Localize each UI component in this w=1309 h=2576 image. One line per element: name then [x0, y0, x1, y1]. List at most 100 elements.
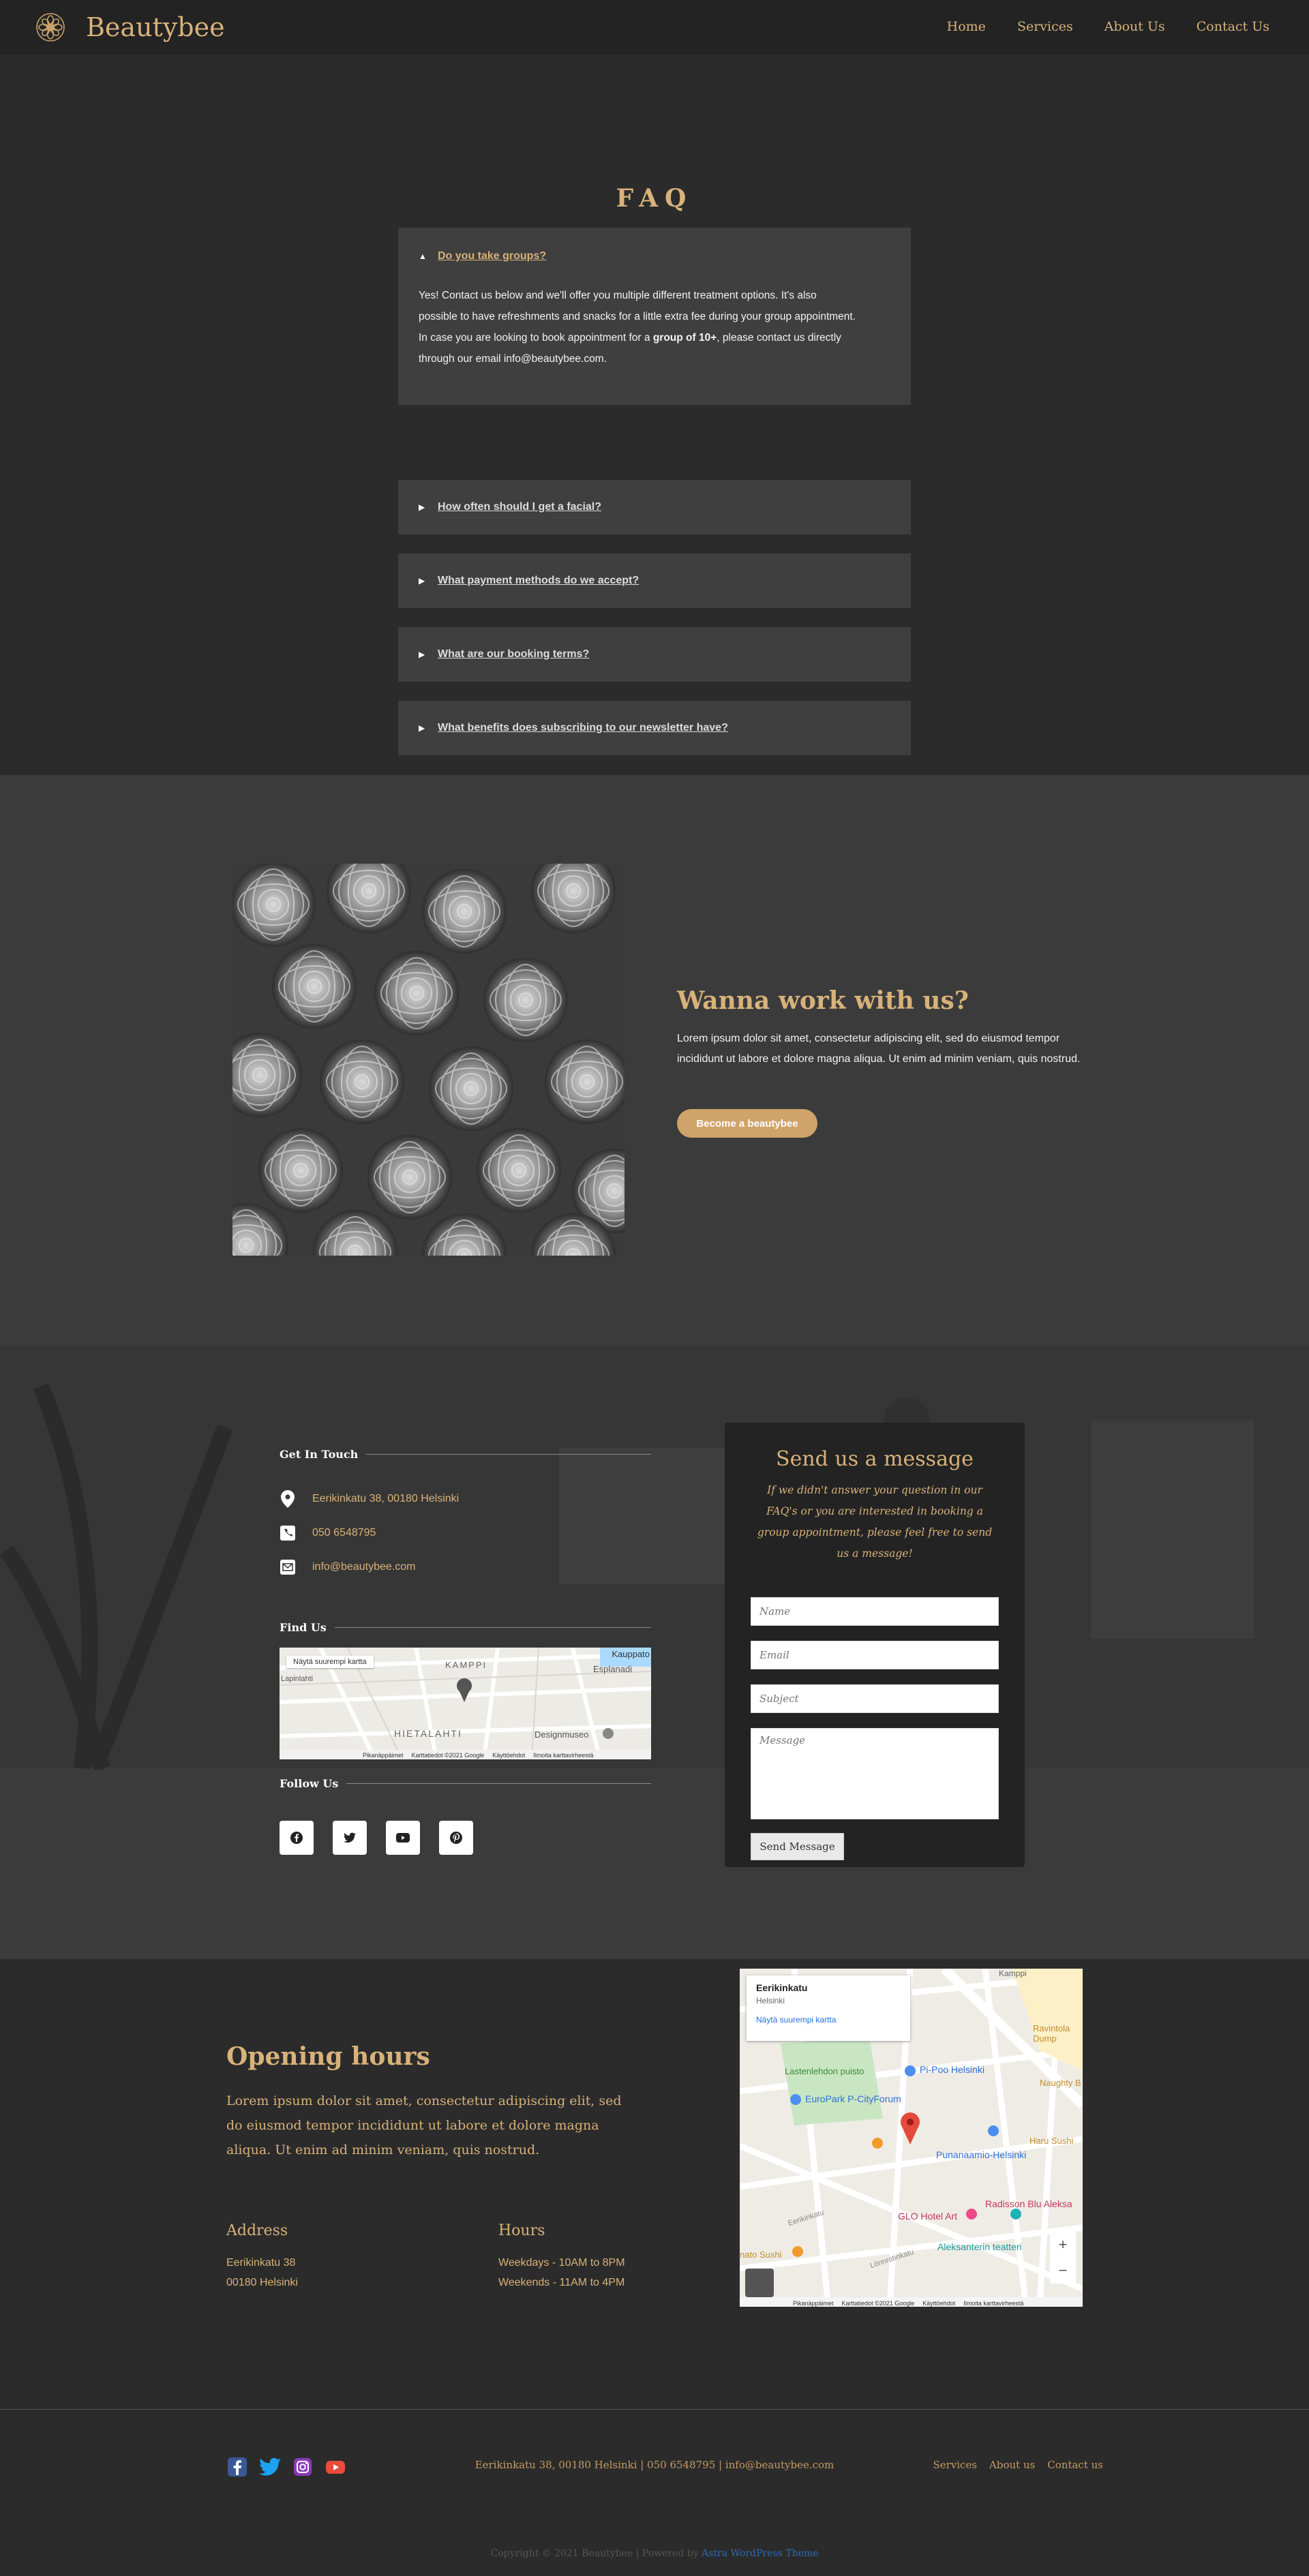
caret-up-icon: ▲ [419, 252, 427, 261]
map-label: Naughty B [1040, 2078, 1081, 2088]
name-field[interactable] [751, 1597, 999, 1626]
faq-item-facial[interactable]: ▶ How often should I get a facial? [398, 480, 911, 534]
find-us-map[interactable]: Näytä suurempi kartta Kauppato Esplanadi… [280, 1648, 651, 1759]
address-title: Address [226, 2222, 288, 2239]
map-label: Kauppato [612, 1649, 650, 1659]
nav-contact-us[interactable]: Contact Us [1197, 19, 1269, 34]
hours-line: Weekdays - 10AM to 8PM [498, 2257, 625, 2269]
faq-answer-line: In case you are looking to book appointm… [419, 332, 841, 344]
faq-item-booking-terms[interactable]: ▶ What are our booking terms? [398, 627, 911, 682]
follow-us-heading: Follow Us [280, 1777, 651, 1790]
map-enlarge-link[interactable]: Näytä suurempi kartta [756, 2015, 901, 2025]
map-label: HIETALAHTI [394, 1728, 462, 1739]
faq-title: FAQ [616, 184, 693, 213]
location-map[interactable]: + − Eerikinkatu Helsinki Näytä suurempi … [740, 1969, 1083, 2307]
map-label: Radisson Blu Aleksa [985, 2198, 1072, 2209]
get-in-touch-heading: Get In Touch [280, 1448, 651, 1461]
twitter-icon[interactable] [333, 1821, 367, 1855]
faq-question[interactable]: What are our booking terms? [438, 648, 589, 661]
map-label: Punanaamio-Helsinki [936, 2149, 1027, 2160]
opening-hours-title: Opening hours [226, 2042, 430, 2071]
footer-nav: Services About us Contact us [933, 2459, 1103, 2471]
find-us-heading: Find Us [280, 1621, 651, 1634]
become-beautybee-button[interactable]: Become a beautybee [677, 1109, 817, 1138]
map-label: Haru Sushi [1029, 2136, 1074, 2146]
map-place-city: Helsinki [756, 1996, 785, 2005]
copyright-text: Copyright © 2021 Beautybee | Powered by [490, 2548, 702, 2559]
salon-background-image [0, 1346, 1309, 1959]
site-logo-text[interactable]: Beautybee [86, 12, 225, 42]
footer-link-about-us[interactable]: About us [989, 2459, 1035, 2471]
faq-question[interactable]: What payment methods do we accept? [438, 575, 639, 587]
faq-question[interactable]: How often should I get a facial? [438, 501, 601, 513]
caret-right-icon: ▶ [419, 650, 425, 659]
site-footer: Eerikinkatu 38, 00180 Helsinki | 050 654… [0, 2409, 1309, 2576]
succulent-photo [232, 864, 625, 1256]
email-text[interactable]: info@beautybee.com [312, 1561, 415, 1573]
contact-section: Get In Touch Eerikinkatu 38, 00180 Helsi… [0, 1346, 1309, 1959]
address-line: 00180 Helsinki [226, 2277, 298, 2288]
faq-answer-line: Yes! Contact us below and we'll offer yo… [419, 290, 817, 301]
map-label: Ravintola Dump [1033, 2023, 1070, 2044]
map-label: GLO Hotel Art [898, 2211, 958, 2222]
message-field[interactable] [751, 1728, 999, 1819]
main-nav: Home Services About Us Contact Us [947, 19, 1269, 34]
map-label: Kamppi [999, 1969, 1027, 1978]
phone-text[interactable]: 050 6548795 [312, 1527, 376, 1539]
faq-question-toggle[interactable]: ▶ What are our booking terms? [398, 627, 911, 682]
caret-right-icon: ▶ [419, 723, 425, 733]
caret-right-icon: ▶ [419, 576, 425, 586]
faq-section: FAQ Read these before messaging us! ▲ Do… [0, 55, 1309, 775]
contact-form: Send us a message If we didn't answer yo… [725, 1423, 1025, 1867]
map-label: Esplanadi [593, 1664, 633, 1674]
opening-hours-text: Lorem ipsum dolor sit amet, consectetur … [226, 2093, 622, 2157]
map-label: Designmuseo [535, 1729, 589, 1740]
facebook-icon[interactable] [280, 1821, 314, 1855]
faq-item-newsletter[interactable]: ▶ What benefits does subscribing to our … [398, 701, 911, 755]
map-label: Pi-Poo Helsinki [920, 2064, 984, 2075]
faq-question[interactable]: What benefits does subscribing to our ne… [438, 722, 728, 734]
work-title: Wanna work with us? [677, 986, 969, 1015]
map-footer: Pikanäppäimet Karttatiedot ©2021 Google Kä… [793, 2300, 1024, 2307]
faq-question-toggle[interactable]: ▶ How often should I get a facial? [398, 480, 911, 534]
subject-field[interactable] [751, 1684, 999, 1713]
map-label: Lastenlehdon puisto [785, 2066, 864, 2076]
nav-about-us[interactable]: About Us [1104, 19, 1165, 34]
faq-question-toggle[interactable]: ▶ What benefits does subscribing to our … [398, 701, 911, 755]
map-place-name: Eerikinkatu [756, 1982, 808, 1993]
faq-question-toggle[interactable]: ▲ Do you take groups? [398, 228, 911, 285]
faq-item-payment[interactable]: ▶ What payment methods do we accept? [398, 554, 911, 608]
work-with-us-section: Wanna work with us? Lorem ipsum dolor si… [0, 775, 1309, 1346]
faq-item-groups: ▲ Do you take groups? Yes! Contact us be… [398, 228, 911, 405]
address-line: Eerikinkatu 38 [226, 2257, 296, 2269]
map-enlarge-link[interactable]: Näytä suurempi kartta [286, 1656, 374, 1668]
flower-logo-icon[interactable] [35, 12, 65, 42]
map-label: Aleksanterin teatteri [937, 2241, 1022, 2252]
nav-services[interactable]: Services [1017, 19, 1073, 34]
send-message-button[interactable]: Send Message [751, 1833, 844, 1860]
faq-answer-line: possible to have refreshments and snacks… [419, 311, 856, 322]
email-row: info@beautybee.com [280, 1559, 415, 1575]
map-zoom-in-button[interactable] [1050, 2229, 1076, 2256]
pinterest-icon[interactable] [439, 1821, 473, 1855]
phone-row: 050 6548795 [280, 1525, 376, 1541]
footer-link-services[interactable]: Services [933, 2459, 977, 2471]
theme-link[interactable]: Astra WordPress Theme [702, 2548, 818, 2559]
map-pin-icon [280, 1490, 296, 1508]
copyright: Copyright © 2021 Beautybee | Powered by … [0, 2548, 1309, 2559]
faq-question-toggle[interactable]: ▶ What payment methods do we accept? [398, 554, 911, 608]
map-info-card: Eerikinkatu Helsinki Näytä suurempi kart… [747, 1975, 910, 2041]
map-label: KAMPPI [445, 1660, 487, 1670]
map-label: Lapinlahti [281, 1675, 314, 1683]
footer-contact-line: Eerikinkatu 38, 00180 Helsinki | 050 654… [475, 2459, 834, 2471]
email-field[interactable] [751, 1641, 999, 1669]
map-footer: Pikanäppäimet Karttatiedot ©2021 Google Kä… [363, 1752, 594, 1759]
map-zoom-out-button[interactable] [1050, 2256, 1076, 2284]
faq-question[interactable]: Do you take groups? [438, 250, 546, 262]
faq-answer-bold: group of 10+ [652, 332, 717, 344]
work-text: Lorem ipsum dolor sit amet, consectetur … [677, 1033, 1081, 1065]
footer-link-contact-us[interactable]: Contact us [1047, 2459, 1103, 2471]
youtube-icon[interactable] [386, 1821, 420, 1855]
form-title: Send us a message [776, 1447, 974, 1471]
nav-home[interactable]: Home [947, 19, 986, 34]
